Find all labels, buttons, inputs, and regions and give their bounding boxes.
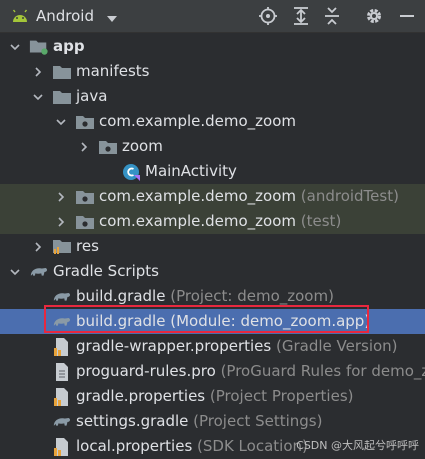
tree-row-label: zoom [122,137,163,155]
folder-icon [52,62,72,82]
collapse-all-icon[interactable] [322,6,342,26]
chevron-down-icon[interactable] [54,109,68,134]
tree-row-label: MainActivity [145,162,237,180]
file-icon [52,362,72,382]
tree-row-qualifier: (SDK Location) [192,437,308,455]
tree-row[interactable]: proguard-rules.pro (ProGuard Rules for d… [0,359,425,384]
tree-row[interactable]: manifests [0,59,425,84]
properties-icon [52,437,72,457]
package-icon [75,212,95,232]
package-icon [75,187,95,207]
watermark: CSDN @大风起兮呼呼呼 [296,439,419,452]
tree-row-label: proguard-rules.pro (ProGuard Rules for d… [76,359,425,384]
tree-row-label: java [76,87,108,105]
tree-row[interactable]: app [0,34,425,59]
tree-row[interactable]: Gradle Scripts [0,259,425,284]
tree-row-label: gradle.properties (Project Properties) [76,387,354,405]
view-selector[interactable]: Android [36,6,94,26]
tool-window-header: Android [0,0,425,33]
gradle-icon [29,262,49,282]
expand-all-icon[interactable] [291,6,311,26]
tree-row-qualifier: (androidTest) [296,187,399,205]
chevron-right-icon[interactable] [54,209,68,234]
tree-row-label: build.gradle (Module: demo_zoom.app) [76,312,371,330]
tree-row[interactable]: settings.gradle (Project Settings) [0,409,425,434]
tree-row-label: res [76,237,99,255]
tree-row-label: app [53,37,85,55]
tree-row-label: com.example.demo_zoom [99,112,297,130]
android-icon [10,6,30,26]
folder-icon [52,87,72,107]
class-icon [121,162,141,182]
chevron-down-icon[interactable] [8,34,22,59]
tree-row[interactable]: build.gradle (Module: demo_zoom.app) [0,309,425,334]
tree-row-qualifier: (Project Properties) [205,387,354,405]
tree-row[interactable]: MainActivity [0,159,425,184]
tree-row-label: gradle-wrapper.properties (Gradle Versio… [76,337,398,355]
module-folder-icon [29,37,49,57]
properties-icon [52,387,72,407]
locate-icon[interactable] [258,6,278,26]
package-icon [75,112,95,132]
tree-row-label: build.gradle (Project: demo_zoom) [76,287,334,305]
chevron-right-icon[interactable] [31,234,45,259]
tree-row[interactable]: res [0,234,425,259]
tree-row[interactable]: com.example.demo_zoom [0,109,425,134]
tree-row[interactable]: zoom [0,134,425,159]
tree-row-qualifier: (Project Settings) [188,412,323,430]
tree-row-qualifier: (Gradle Version) [271,337,398,355]
tree-row[interactable]: gradle.properties (Project Properties) [0,384,425,409]
tree-row-label: settings.gradle (Project Settings) [76,412,323,430]
chevron-down-icon[interactable] [106,9,118,28]
tree-row-label: com.example.demo_zoom (androidTest) [99,187,399,205]
tree-row-qualifier: (Project: demo_zoom) [165,287,334,305]
gradle-icon [52,287,72,307]
tree-row-label: Gradle Scripts [53,262,159,280]
tree-row-qualifier: (test) [296,212,342,230]
tree-row-label: local.properties (SDK Location) [76,437,308,455]
tree-row[interactable]: com.example.demo_zoom (test) [0,209,425,234]
tree-row[interactable]: build.gradle (Project: demo_zoom) [0,284,425,309]
res-folder-icon [52,237,72,257]
minimize-icon[interactable] [397,6,417,26]
chevron-right-icon[interactable] [31,59,45,84]
tree-row-qualifier: (ProGuard Rules for demo_z [215,362,425,380]
gradle-icon [52,312,72,332]
properties-icon [52,337,72,357]
tree-row[interactable]: java [0,84,425,109]
tree-row-qualifier: (Module: demo_zoom.app) [165,312,371,330]
tree-row-label: manifests [76,62,150,80]
gradle-icon [52,412,72,432]
tree-row-label: com.example.demo_zoom (test) [99,212,342,230]
chevron-right-icon[interactable] [54,184,68,209]
gear-icon[interactable] [364,6,384,26]
tree-row[interactable]: gradle-wrapper.properties (Gradle Versio… [0,334,425,359]
tree-row[interactable]: com.example.demo_zoom (androidTest) [0,184,425,209]
chevron-right-icon[interactable] [77,134,91,159]
project-tree[interactable]: app manifests java com.example.demo_zoomzoo… [0,32,425,457]
chevron-down-icon[interactable] [31,84,45,109]
package-icon [98,137,118,157]
chevron-down-icon[interactable] [8,259,22,284]
